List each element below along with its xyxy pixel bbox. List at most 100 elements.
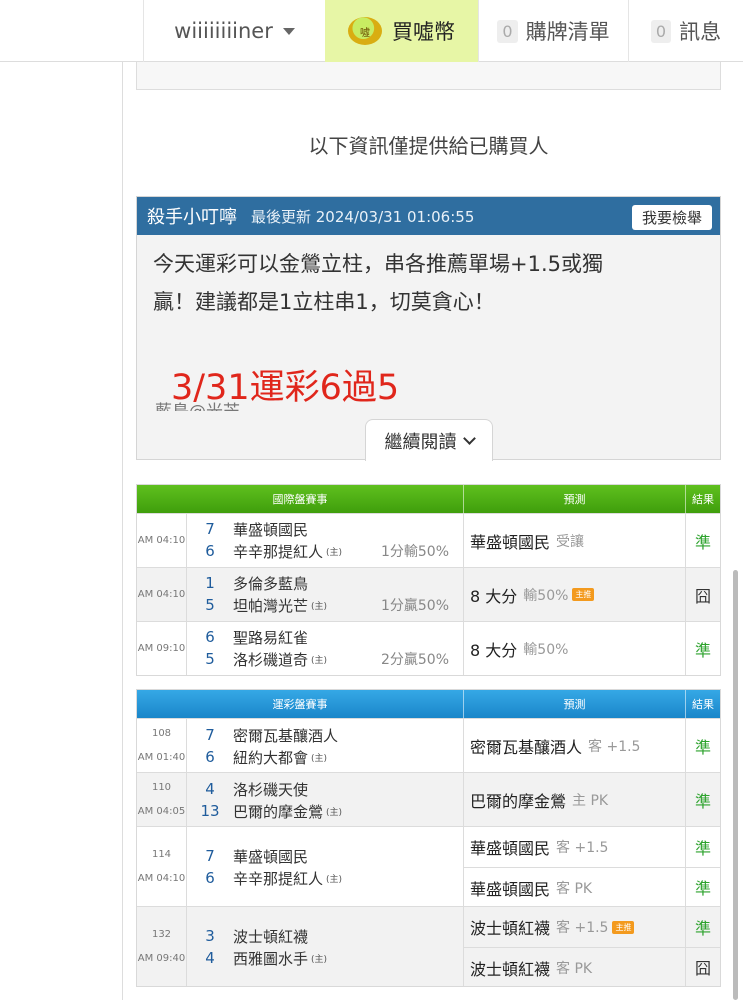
prediction[interactable]: 華盛頓國民客 +1.5: [464, 827, 685, 867]
buy-coins-label: 買噓幣: [392, 20, 455, 44]
home-marker: (主): [311, 753, 328, 764]
home-team-line: 6 辛辛那提紅人 (主): [187, 867, 463, 889]
prediction-pick: 8 大分: [470, 586, 518, 606]
previous-section-fragment: [136, 62, 721, 90]
home-team-line: 13 巴爾的摩金鶯 (主): [187, 800, 463, 822]
prediction-detail: 客 +1.5: [588, 739, 641, 755]
result-value: 準: [694, 791, 711, 811]
card-header: 殺手小叮嚀 最後更新 2024/03/31 01:06:55 我要檢舉: [137, 197, 720, 235]
chevron-down-icon: [462, 431, 476, 445]
author-name[interactable]: 殺手小叮嚀: [147, 203, 237, 229]
home-score: 6: [205, 869, 215, 887]
home-team[interactable]: 坦帕灣光芒: [233, 595, 308, 616]
featured-badge: 主推: [572, 588, 595, 601]
home-team[interactable]: 辛辛那提紅人: [233, 868, 323, 889]
home-score: 4: [205, 949, 215, 967]
game-time-cell: 110 AM 04:05: [137, 773, 187, 826]
teams-cell: 7 密爾瓦基釀酒人 6 紐約大都會 (主): [187, 719, 464, 772]
away-score: 7: [205, 726, 215, 744]
prediction-detail: 客 PK: [556, 880, 593, 897]
prediction[interactable]: 華盛頓國民 受讓: [464, 514, 685, 567]
cart-count-badge: 0: [497, 19, 518, 43]
home-score: 6: [205, 748, 215, 766]
column-header-match: 國際盤賽事: [137, 485, 464, 513]
handicap-result: 1分輸50%: [380, 544, 449, 560]
game-time: AM 04:10: [137, 534, 186, 546]
scrollbar[interactable]: [733, 570, 738, 1000]
away-score: 4: [205, 780, 215, 798]
game-time: AM 04:05: [137, 805, 186, 817]
home-score: 5: [205, 650, 215, 668]
home-score: 5: [205, 596, 215, 614]
result-value: 囧: [694, 586, 711, 606]
prediction[interactable]: 波士頓紅襪客 PK: [464, 947, 685, 987]
buyers-only-notice: 以下資訊僅提供給已購買人: [308, 134, 549, 158]
table-row: AM 04:10 1 多倫多藍鳥 5 坦帕灣光芒 (主) 1分贏50% 8 大分 輸50% 主推囧: [137, 567, 720, 621]
read-more-button[interactable]: 繼續閱讀: [365, 419, 493, 461]
away-team[interactable]: 華盛頓國民: [233, 846, 308, 867]
result-value: 準: [694, 640, 711, 660]
away-team[interactable]: 聖路易紅雀: [233, 627, 308, 648]
result-cell: 準: [686, 719, 720, 772]
prediction-pick: 巴爾的摩金鶯: [470, 792, 567, 811]
caret-down-icon: [282, 27, 295, 35]
away-team[interactable]: 波士頓紅襪: [233, 926, 308, 947]
home-team[interactable]: 西雅圖水手: [233, 948, 308, 969]
table-row: 132 AM 09:40 3 波士頓紅襪 4 西雅圖水手 (主) 波士頓紅襪客 +1.5 主推波…: [137, 906, 720, 986]
home-team[interactable]: 洛杉磯道奇: [233, 649, 308, 670]
result-cell: 準準: [686, 827, 720, 906]
game-time-cell: AM 04:10: [137, 514, 187, 567]
prediction[interactable]: 巴爾的摩金鶯主 PK: [464, 773, 685, 827]
home-marker: (主): [326, 807, 343, 818]
international-games-table: 國際盤賽事 預測 結果 AM 04:10 7 華盛頓國民 6 辛辛那提紅人 (主) 1分輸5…: [136, 484, 721, 676]
messages-label: 訊息: [679, 20, 722, 44]
prediction[interactable]: 華盛頓國民客 PK: [464, 867, 685, 907]
game-time-cell: 114 AM 04:10: [137, 827, 187, 906]
messages-button[interactable]: 0 訊息: [628, 0, 743, 62]
away-team[interactable]: 密爾瓦基釀酒人: [233, 725, 338, 746]
home-team[interactable]: 巴爾的摩金鶯: [233, 801, 323, 822]
game-time-cell: AM 04:10: [137, 568, 187, 621]
result-cell: 囧: [686, 568, 720, 621]
home-team[interactable]: 紐約大都會: [233, 747, 308, 768]
home-team[interactable]: 辛辛那提紅人: [233, 541, 323, 562]
report-button[interactable]: 我要檢舉: [631, 205, 712, 230]
teams-cell: 4 洛杉磯天使 13 巴爾的摩金鶯 (主): [187, 773, 464, 826]
sidebar-divider: [122, 62, 123, 1000]
prediction[interactable]: 8 大分 輸50% 主推: [464, 568, 685, 621]
away-team-line: 7 華盛頓國民: [187, 518, 308, 540]
away-team[interactable]: 多倫多藍鳥: [233, 573, 308, 594]
home-marker: (主): [311, 655, 328, 666]
prediction[interactable]: 8 大分 輸50%: [464, 622, 685, 675]
home-marker: (主): [326, 874, 343, 885]
result-value: 準: [694, 918, 711, 938]
away-score: 7: [205, 847, 215, 865]
username: wiiiiiiiiner: [174, 19, 273, 43]
user-menu[interactable]: wiiiiiiiiner: [143, 0, 325, 62]
cart-button[interactable]: 0 購牌清單: [478, 0, 628, 62]
analysis-line: 贏！建議都是1立柱串1，切莫貪心！: [153, 290, 495, 314]
coin-icon: 噓: [348, 17, 382, 45]
column-header-prediction: 預測: [464, 690, 686, 718]
home-team-line: 5 洛杉磯道奇 (主) 2分贏50%: [187, 648, 463, 670]
analysis-card: 殺手小叮嚀 最後更新 2024/03/31 01:06:55 我要檢舉 今天運彩…: [136, 196, 721, 461]
away-team[interactable]: 華盛頓國民: [233, 519, 308, 540]
analysis-line: 今天運彩可以金鶯立柱，串各推薦單場+1.5或獨: [153, 252, 603, 276]
game-time: AM 04:10: [137, 588, 186, 600]
prediction-detail: 客 PK: [556, 960, 593, 977]
teams-cell: 6 聖路易紅雀 5 洛杉磯道奇 (主) 2分贏50%: [187, 622, 464, 675]
result-cell: 準囧: [686, 907, 720, 986]
table-row: 110 AM 04:05 4 洛杉磯天使 13 巴爾的摩金鶯 (主) 巴爾的摩金鶯主 PK 準: [137, 772, 720, 826]
column-header-match: 運彩盤賽事: [137, 690, 464, 718]
buy-coins-button[interactable]: 噓 買噓幣: [325, 0, 478, 62]
prediction[interactable]: 密爾瓦基釀酒人客 +1.5: [464, 719, 685, 773]
read-more-label: 繼續閱讀: [384, 431, 457, 453]
game-number: 114: [151, 848, 172, 860]
prediction-detail: 客 +1.5: [556, 920, 609, 936]
handicap-result: 2分贏50%: [380, 652, 449, 668]
away-score: 7: [205, 520, 215, 538]
away-team[interactable]: 洛杉磯天使: [233, 779, 308, 800]
prediction[interactable]: 波士頓紅襪客 +1.5 主推: [464, 907, 685, 947]
game-time: AM 09:10: [137, 642, 186, 654]
away-score: 6: [205, 628, 215, 646]
